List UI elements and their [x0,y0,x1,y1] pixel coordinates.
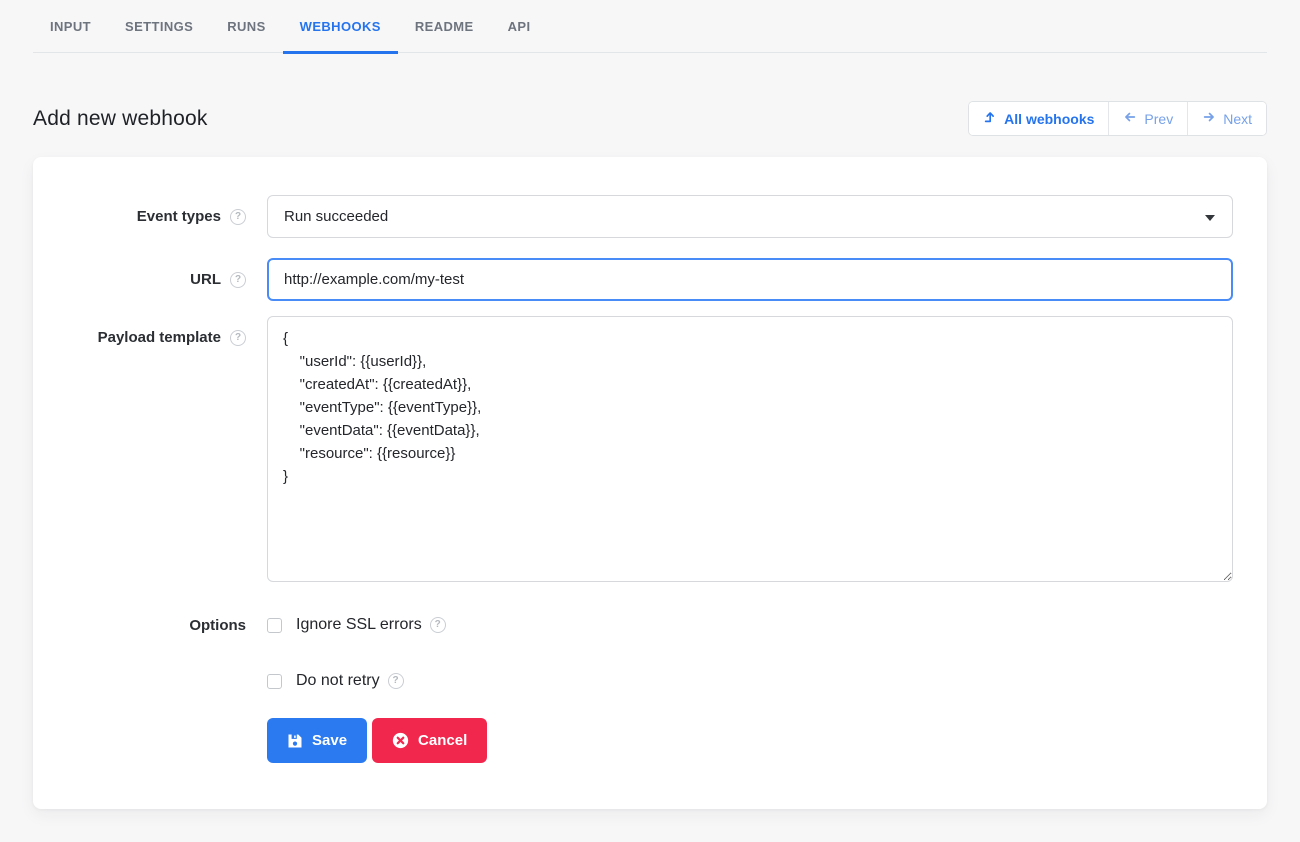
tab-api[interactable]: API [491,0,548,52]
next-button[interactable]: Next [1188,102,1266,135]
prev-button[interactable]: Prev [1109,102,1188,135]
webhook-nav-group: All webhooks Prev Next [968,101,1267,136]
tab-runs[interactable]: RUNS [210,0,282,52]
do-not-retry-option: Do not retry ? [267,672,1233,690]
url-row: URL ? [33,258,1233,301]
arrow-right-icon [1202,110,1216,127]
help-icon[interactable]: ? [230,330,246,346]
prev-label: Prev [1144,111,1173,127]
help-icon[interactable]: ? [430,617,446,633]
event-types-label: Event types [137,208,221,225]
arrow-left-icon [1123,110,1137,127]
save-button[interactable]: Save [267,718,367,763]
event-types-select[interactable]: Run succeeded [267,195,1233,238]
tab-webhooks[interactable]: WEBHOOKS [283,0,398,52]
tab-bar: INPUT SETTINGS RUNS WEBHOOKS README API [33,0,1267,53]
url-input[interactable] [267,258,1233,301]
tab-settings[interactable]: SETTINGS [108,0,210,52]
help-icon[interactable]: ? [388,673,404,689]
tab-readme[interactable]: README [398,0,491,52]
help-icon[interactable]: ? [230,209,246,225]
do-not-retry-label[interactable]: Do not retry [296,672,380,690]
x-circle-icon [392,732,409,749]
ignore-ssl-errors-label[interactable]: Ignore SSL errors [296,616,422,634]
webhook-form-card: Event types ? Run succeeded URL ? Payloa… [33,157,1267,809]
event-types-row: Event types ? Run succeeded [33,195,1233,238]
ignore-ssl-errors-option: Ignore SSL errors ? [267,616,1233,634]
payload-template-row: Payload template ? { "userId": {{userId}… [33,316,1233,587]
cancel-label: Cancel [418,732,467,749]
form-actions: Save Cancel [33,718,1233,763]
url-label: URL [190,271,221,288]
page-title: Add new webhook [33,107,208,131]
cancel-button[interactable]: Cancel [372,718,487,763]
arrow-up-back-icon [983,110,997,127]
all-webhooks-button[interactable]: All webhooks [969,102,1109,135]
help-icon[interactable]: ? [230,272,246,288]
tabs-container: INPUT SETTINGS RUNS WEBHOOKS README API [33,0,1267,53]
floppy-disk-icon [287,733,303,749]
event-types-selected-value: Run succeeded [284,208,388,225]
options-label: Options [189,617,246,634]
ignore-ssl-errors-checkbox[interactable] [267,618,282,633]
tab-input[interactable]: INPUT [33,0,108,52]
save-label: Save [312,732,347,749]
all-webhooks-label: All webhooks [1004,111,1094,127]
options-row: Options Ignore SSL errors ? Do not retry… [33,616,1233,690]
do-not-retry-checkbox[interactable] [267,674,282,689]
payload-template-textarea[interactable]: { "userId": {{userId}}, "createdAt": {{c… [267,316,1233,582]
next-label: Next [1223,111,1252,127]
chevron-down-icon [1205,215,1215,221]
payload-template-label: Payload template [98,329,221,346]
page-header: Add new webhook All webhooks Prev [33,101,1267,136]
